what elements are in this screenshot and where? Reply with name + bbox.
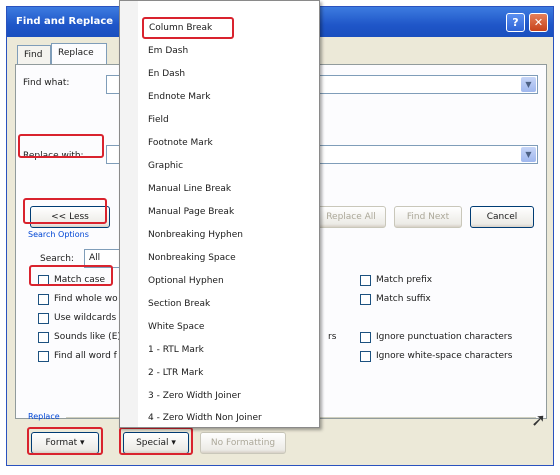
match-suffix-label: Match suffix xyxy=(376,294,431,304)
no-formatting-button[interactable]: No Formatting xyxy=(200,432,286,454)
menu-item-nonbreaking-space[interactable]: Nonbreaking Space xyxy=(148,253,236,263)
menu-item-footnote-mark[interactable]: Footnote Mark xyxy=(148,138,213,148)
search-direction-value: All xyxy=(89,253,101,263)
ignore-punctuation-checkbox[interactable] xyxy=(360,332,371,343)
use-wildcards-label: Use wildcards xyxy=(54,313,117,323)
find-next-button[interactable]: Find Next xyxy=(394,206,462,228)
menu-item-rtl-mark[interactable]: 1 - RTL Mark xyxy=(148,345,204,355)
help-button[interactable]: ? xyxy=(506,13,525,32)
menu-item-em-dash[interactable]: Em Dash xyxy=(148,46,188,56)
match-case-highlight xyxy=(29,265,113,286)
menu-item-en-dash[interactable]: En Dash xyxy=(148,69,185,79)
use-wildcards-checkbox[interactable] xyxy=(38,313,49,324)
close-button[interactable]: ✕ xyxy=(529,13,548,32)
sounds-like-checkbox[interactable] xyxy=(38,332,49,343)
menu-item-zero-width-non-joiner[interactable]: 4 - Zero Width Non Joiner xyxy=(148,413,262,423)
special-menu-gutter xyxy=(120,1,138,427)
menu-item-zero-width-joiner[interactable]: 3 - Zero Width Joiner xyxy=(148,391,241,401)
find-all-word-forms-label: Find all word f xyxy=(54,351,117,361)
less-highlight xyxy=(23,198,107,224)
menu-item-ltr-mark[interactable]: 2 - LTR Mark xyxy=(148,368,203,378)
find-whole-words-checkbox[interactable] xyxy=(38,294,49,305)
menu-item-graphic[interactable]: Graphic xyxy=(148,161,183,171)
partial-option-text: rs xyxy=(328,332,337,342)
tab-find[interactable]: Find xyxy=(17,45,51,65)
format-highlight xyxy=(27,427,103,455)
find-what-label: Find what: xyxy=(23,78,70,88)
find-whole-words-label: Find whole wo xyxy=(54,294,118,304)
menu-item-white-space[interactable]: White Space xyxy=(148,322,204,332)
ignore-whitespace-checkbox[interactable] xyxy=(360,351,371,362)
match-suffix-checkbox[interactable] xyxy=(360,294,371,305)
menu-item-field[interactable]: Field xyxy=(148,115,169,125)
special-highlight xyxy=(119,427,193,455)
replace-all-button[interactable]: Replace All xyxy=(316,206,386,228)
cancel-button[interactable]: Cancel xyxy=(470,206,534,228)
search-options-label: Search Options xyxy=(28,230,89,239)
sounds-like-label: Sounds like (E) xyxy=(54,332,121,342)
special-menu: Column Break Em Dash En Dash Endnote Mar… xyxy=(119,0,320,428)
dialog-title: Find and Replace xyxy=(16,16,114,27)
menu-item-optional-hyphen[interactable]: Optional Hyphen xyxy=(148,276,224,286)
column-break-highlight xyxy=(142,17,234,39)
search-label: Search: xyxy=(40,254,74,264)
ignore-whitespace-label: Ignore white-space characters xyxy=(376,351,513,361)
find-all-word-forms-checkbox[interactable] xyxy=(38,351,49,362)
match-prefix-label: Match prefix xyxy=(376,275,433,285)
menu-item-section-break[interactable]: Section Break xyxy=(148,299,210,309)
menu-item-nonbreaking-hyphen[interactable]: Nonbreaking Hyphen xyxy=(148,230,243,240)
replace-dropdown-arrow-icon[interactable]: ▼ xyxy=(521,147,536,162)
menu-item-manual-line-break[interactable]: Manual Line Break xyxy=(148,184,231,194)
mouse-pointer-icon: ➚ xyxy=(531,410,547,431)
ignore-punctuation-label: Ignore punctuation characters xyxy=(376,332,513,342)
menu-item-manual-page-break[interactable]: Manual Page Break xyxy=(148,207,234,217)
replace-group-label: Replace xyxy=(28,412,60,421)
replace-with-highlight xyxy=(18,134,104,158)
tab-replace[interactable]: Replace xyxy=(51,43,107,65)
find-dropdown-arrow-icon[interactable]: ▼ xyxy=(521,77,536,92)
match-prefix-checkbox[interactable] xyxy=(360,275,371,286)
menu-item-endnote-mark[interactable]: Endnote Mark xyxy=(148,92,210,102)
